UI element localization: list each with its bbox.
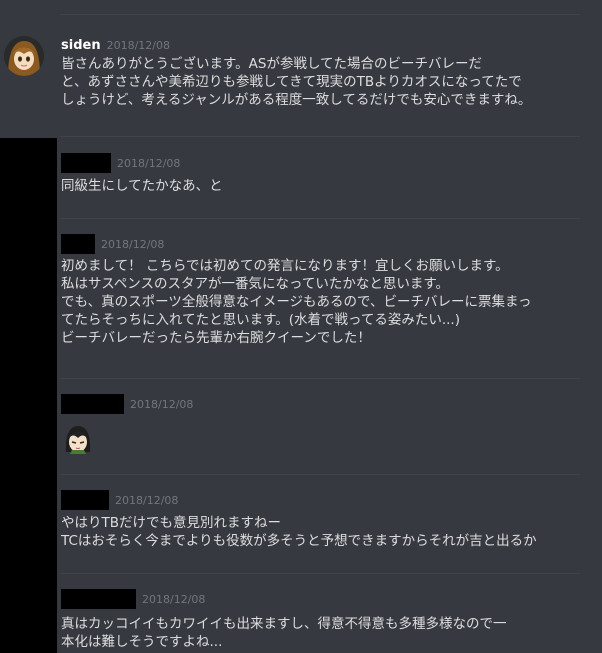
redacted-username bbox=[61, 234, 95, 254]
message-text: と、あずささんや美希辺りも参戦してきて現実のTBよりカオスになってたで bbox=[61, 74, 522, 90]
message-item: 2018/12/08 真はカッコイイもカワイイも出来ますし、得意不得意も多種多様… bbox=[61, 589, 594, 651]
message-divider bbox=[60, 378, 580, 379]
message-header: 2018/12/08 bbox=[61, 153, 594, 173]
message-item: 2018/12/08 同級生にしてたかなあ、と bbox=[61, 153, 594, 195]
timestamp: 2018/12/08 bbox=[142, 592, 206, 606]
message-text: TCはおそらく今までよりも役数が多そうと予想できますからそれが吉と出るか bbox=[61, 533, 537, 549]
message-divider bbox=[60, 136, 580, 137]
emoji[interactable] bbox=[61, 422, 95, 456]
timestamp: 2018/12/08 bbox=[106, 38, 170, 52]
message-header: 2018/12/08 bbox=[61, 394, 594, 414]
message-text: 皆さんありがとうございます。ASが参戦してた場合のビーチバレーだ bbox=[61, 56, 483, 72]
message-header: 2018/12/08 bbox=[61, 589, 594, 609]
message-text: でも、真のスポーツ全般得意なイメージもあるので、ビーチバレーに票集まっ bbox=[61, 294, 532, 310]
message-header: 2018/12/08 bbox=[61, 490, 594, 510]
message-divider bbox=[60, 474, 580, 475]
message-divider bbox=[60, 14, 580, 15]
message-item: 2018/12/08 bbox=[61, 394, 594, 456]
message-text: 私はサスペンスのスタアが一番気になっていたかなと思います。 bbox=[61, 276, 449, 292]
message-divider bbox=[60, 218, 580, 219]
message-item: 2018/12/08 やはりTBだけでも意見別れますねー TCはおそらく今までよ… bbox=[61, 490, 594, 550]
chat-panel: siden 2018/12/08 皆さんありがとうございます。ASが参戦してた場… bbox=[0, 0, 602, 653]
message-text: 同級生にしてたかなあ、と bbox=[61, 178, 223, 194]
message-content: 初めまして！ こちらでは初めての発言になります！宜しくお願いします。 私はサスペ… bbox=[61, 257, 594, 347]
redacted-username bbox=[61, 153, 111, 173]
message-text: てたらそっちに入れてたと思います。(水着で戦ってる姿みたい...) bbox=[61, 312, 460, 328]
timestamp: 2018/12/08 bbox=[130, 397, 194, 411]
message-item: 2018/12/08 初めまして！ こちらでは初めての発言になります！宜しくお願… bbox=[61, 234, 594, 347]
redacted-username bbox=[61, 394, 124, 414]
message-text: 初めまして！ こちらでは初めての発言になります！宜しくお願いします。 bbox=[61, 258, 509, 274]
message-item: siden 2018/12/08 皆さんありがとうございます。ASが参戦してた場… bbox=[61, 35, 594, 109]
redacted-username bbox=[61, 490, 109, 510]
message-content: やはりTBだけでも意見別れますねー TCはおそらく今までよりも役数が多そうと予想… bbox=[61, 514, 594, 550]
redacted-username bbox=[61, 589, 136, 609]
message-content: 真はカッコイイもカワイイも出来ますし、得意不得意も多種多様なので一 本化は難しそ… bbox=[61, 615, 594, 651]
message-header: 2018/12/08 bbox=[61, 234, 594, 254]
message-header: siden 2018/12/08 bbox=[61, 35, 594, 55]
message-content: 同級生にしてたかなあ、と bbox=[61, 177, 594, 195]
message-content: 皆さんありがとうございます。ASが参戦してた場合のビーチバレーだ と、あずささん… bbox=[61, 55, 594, 109]
message-text: やはりTBだけでも意見別れますねー bbox=[61, 515, 282, 531]
timestamp: 2018/12/08 bbox=[101, 237, 165, 251]
username[interactable]: siden bbox=[61, 38, 101, 53]
message-text: 真はカッコイイもカワイイも出来ますし、得意不得意も多種多様なので一 bbox=[61, 616, 507, 632]
message-text: しょうけど、考えるジャンルがある程度一致してるだけでも安心できますね。 bbox=[61, 92, 532, 108]
timestamp: 2018/12/08 bbox=[117, 156, 181, 170]
redaction-bar bbox=[0, 138, 57, 653]
message-text: 本化は難しそうですよね... bbox=[61, 634, 223, 650]
message-text: ビーチバレーだったら先輩か右腕クイーンでした！ bbox=[61, 330, 371, 346]
anime-character-emoji-icon bbox=[65, 426, 91, 454]
message-divider bbox=[60, 573, 580, 574]
timestamp: 2018/12/08 bbox=[115, 493, 179, 507]
